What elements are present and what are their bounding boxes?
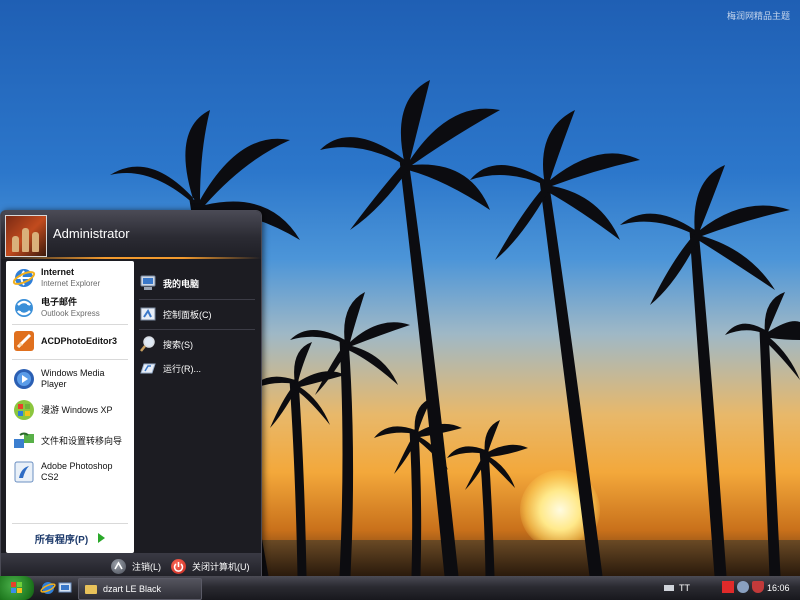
shutdown-label: 关闭计算机(U) xyxy=(192,561,250,572)
recent-media-player[interactable]: Windows Media Player xyxy=(8,365,132,393)
watermark-text: 梅润网精品主题 xyxy=(726,12,790,22)
place-my-computer[interactable]: 我的电脑 xyxy=(139,271,257,295)
start-button[interactable] xyxy=(0,576,34,600)
recent-acdphotoeditor[interactable]: ACDPhotoEditor3 xyxy=(8,327,132,355)
taskbar: dzart LE Black TT 16:06 xyxy=(0,576,800,600)
clock[interactable]: 16:06 xyxy=(767,583,790,593)
my-computer-icon xyxy=(139,274,157,292)
place-control-panel[interactable]: 控制面板(C) xyxy=(139,302,257,326)
logoff-icon xyxy=(111,558,126,574)
pinned-subtitle: Internet Explorer xyxy=(41,279,101,288)
run-icon xyxy=(139,359,157,377)
transfer-wizard-icon xyxy=(12,429,36,453)
search-icon xyxy=(139,335,157,353)
place-label: 搜索(S) xyxy=(163,339,193,350)
control-panel-icon xyxy=(139,305,157,323)
power-icon xyxy=(171,558,186,574)
recent-label: Adobe Photoshop CS2 xyxy=(41,461,113,482)
network-icon[interactable] xyxy=(737,581,749,593)
place-label: 控制面板(C) xyxy=(163,309,212,320)
antivirus-icon[interactable] xyxy=(722,581,734,593)
header-accent-line xyxy=(1,257,261,259)
quicklaunch-ie-icon[interactable] xyxy=(40,580,56,596)
recent-photoshop[interactable]: Adobe Photoshop CS2 xyxy=(8,458,132,486)
keyboard-icon[interactable] xyxy=(664,585,674,591)
place-search[interactable]: 搜索(S) xyxy=(139,332,257,356)
start-menu-footer: 注销(L) 关闭计算机(U) xyxy=(1,553,261,578)
windows-logo-icon xyxy=(11,582,22,593)
place-run[interactable]: 运行(R)... xyxy=(139,356,257,380)
recent-label: 漫游 Windows XP xyxy=(41,404,113,415)
internet-explorer-icon xyxy=(12,266,36,290)
logoff-button[interactable]: 注销(L) xyxy=(111,557,161,575)
pinned-subtitle: Outlook Express xyxy=(41,309,100,318)
separator xyxy=(12,324,128,325)
separator xyxy=(12,523,128,524)
separator xyxy=(139,329,255,330)
media-player-icon xyxy=(12,367,36,391)
photoshop-icon xyxy=(12,460,36,484)
all-programs-button[interactable]: 所有程序(P) xyxy=(8,527,132,549)
start-menu-header: Administrator xyxy=(1,211,261,259)
recent-label: Windows Media Player xyxy=(41,368,105,389)
folder-icon xyxy=(85,584,97,594)
outlook-express-icon xyxy=(12,296,36,320)
tray-language-indicator[interactable]: TT xyxy=(679,583,690,593)
recent-windows-tour[interactable]: 漫游 Windows XP xyxy=(8,396,132,424)
place-label: 运行(R)... xyxy=(163,363,201,374)
taskbar-window-button[interactable]: dzart LE Black xyxy=(78,578,202,600)
acdphotoeditor-icon xyxy=(12,329,36,353)
logoff-label: 注销(L) xyxy=(132,561,161,572)
separator xyxy=(12,359,128,360)
separator xyxy=(139,299,255,300)
pinned-internet[interactable]: Internet Internet Explorer xyxy=(8,264,132,292)
system-tray: TT 16:06 xyxy=(660,576,800,600)
place-label: 我的电脑 xyxy=(163,278,200,289)
places-column: 我的电脑 控制面板(C) 搜索(S) 运行(R)... xyxy=(135,261,259,553)
windows-tour-icon xyxy=(12,398,36,422)
start-menu: Administrator Internet Internet Explorer… xyxy=(0,210,262,578)
shutdown-button[interactable]: 关闭计算机(U) xyxy=(171,557,250,575)
arrow-right-icon xyxy=(98,533,106,543)
user-name: Administrator xyxy=(53,226,130,241)
recent-label: 文件和设置转移向导 xyxy=(41,435,123,446)
all-programs-label: 所有程序(P) xyxy=(34,534,89,546)
pinned-email[interactable]: 电子邮件 Outlook Express xyxy=(8,294,132,322)
pinned-title: 电子邮件 xyxy=(41,297,78,307)
recent-transfer-wizard[interactable]: 文件和设置转移向导 xyxy=(8,427,132,455)
shield-icon[interactable] xyxy=(752,581,764,593)
taskbar-window-label: dzart LE Black xyxy=(103,584,162,594)
quicklaunch-desktop-icon[interactable] xyxy=(57,580,73,596)
programs-column: Internet Internet Explorer 电子邮件 Outlook … xyxy=(6,261,134,553)
user-avatar[interactable] xyxy=(5,215,47,257)
recent-label: ACDPhotoEditor3 xyxy=(41,335,117,346)
pinned-title: Internet xyxy=(41,267,75,277)
